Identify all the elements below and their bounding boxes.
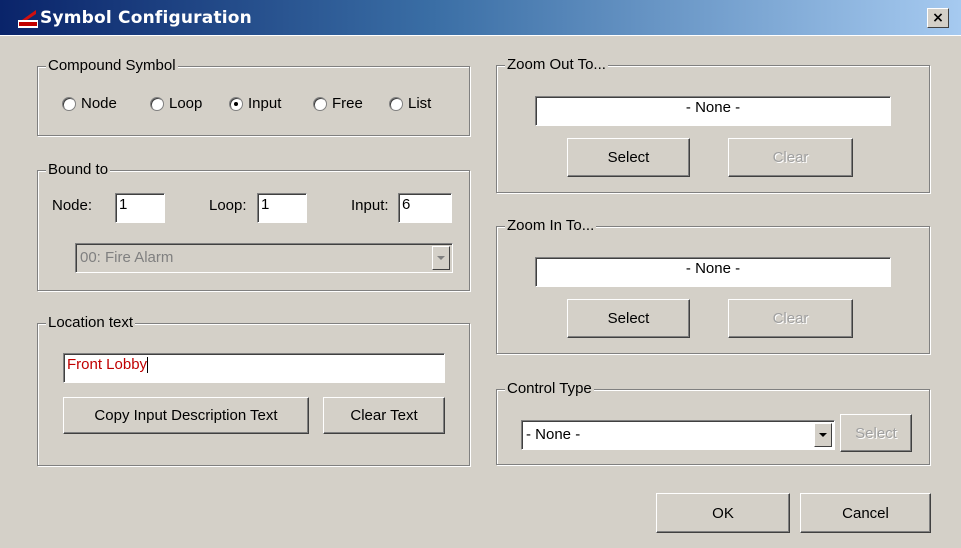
zoom-in-clear-button[interactable]: Clear: [728, 299, 853, 338]
copy-input-description-label: Copy Input Description Text: [94, 407, 278, 424]
zoom-in-group: Zoom In To... - None - Select Clear: [496, 217, 930, 354]
location-text-group: Location text Front Lobby Copy Input Des…: [37, 314, 470, 466]
location-text-field[interactable]: Front Lobby: [63, 353, 445, 383]
radio-node-label: Node: [81, 95, 117, 112]
radio-list[interactable]: List: [389, 95, 431, 112]
radio-node[interactable]: Node: [62, 95, 117, 112]
zoom-in-title: Zoom In To...: [505, 217, 597, 235]
radio-loop-label: Loop: [169, 95, 203, 112]
text-cursor: [147, 357, 149, 374]
app-logo-icon: [18, 10, 38, 28]
cancel-label: Cancel: [842, 504, 889, 522]
close-icon: ×: [932, 10, 944, 26]
radio-free-label: Free: [332, 95, 363, 112]
radio-free-indicator: [313, 96, 327, 111]
input-type-dropdown[interactable]: 00: Fire Alarm: [75, 243, 453, 273]
ok-button[interactable]: OK: [656, 493, 790, 533]
bound-to-title: Bound to: [46, 161, 111, 179]
radio-list-indicator: [389, 96, 403, 111]
zoom-out-field[interactable]: - None -: [535, 96, 891, 126]
control-type-select-button[interactable]: Select: [840, 414, 912, 452]
dropdown-arrow-icon[interactable]: [432, 246, 450, 270]
radio-loop[interactable]: Loop: [150, 95, 202, 112]
clear-text-button[interactable]: Clear Text: [323, 397, 445, 434]
input-label: Input:: [351, 197, 389, 214]
node-label: Node:: [52, 197, 93, 214]
input-type-value: 00: Fire Alarm: [80, 249, 174, 266]
zoom-out-title: Zoom Out To...: [505, 56, 608, 74]
control-type-value: - None -: [526, 426, 581, 443]
cancel-button[interactable]: Cancel: [800, 493, 931, 533]
ok-label: OK: [712, 504, 734, 522]
radio-node-indicator: [62, 96, 76, 111]
title-bar[interactable]: Symbol Configuration ×: [0, 0, 961, 36]
close-button[interactable]: ×: [927, 8, 949, 28]
control-type-dropdown[interactable]: - None -: [521, 420, 835, 450]
radio-list-label: List: [408, 95, 432, 112]
zoom-out-select-label: Select: [607, 149, 650, 166]
zoom-in-select-label: Select: [607, 310, 650, 327]
input-field[interactable]: 6: [398, 193, 452, 223]
window-title: Symbol Configuration: [40, 8, 252, 28]
radio-input-label: Input: [248, 95, 282, 112]
zoom-out-select-button[interactable]: Select: [567, 138, 690, 177]
zoom-out-clear-label: Clear: [772, 149, 809, 166]
compound-symbol-title: Compound Symbol: [46, 57, 178, 75]
control-type-group: Control Type - None - Select: [496, 380, 930, 465]
loop-label: Loop:: [209, 197, 247, 214]
zoom-out-clear-button[interactable]: Clear: [728, 138, 853, 177]
zoom-in-select-button[interactable]: Select: [567, 299, 690, 338]
radio-loop-indicator: [150, 96, 164, 111]
control-type-title: Control Type: [505, 380, 594, 398]
control-type-select-label: Select: [855, 424, 897, 442]
location-text-title: Location text: [46, 314, 136, 332]
compound-symbol-group: Compound Symbol Node Loop Input Free Lis…: [37, 57, 470, 136]
loop-field[interactable]: 1: [257, 193, 307, 223]
radio-free[interactable]: Free: [313, 95, 363, 112]
clear-text-label: Clear Text: [350, 407, 418, 424]
radio-input-indicator: [229, 96, 243, 111]
zoom-out-group: Zoom Out To... - None - Select Clear: [496, 56, 930, 193]
zoom-in-clear-label: Clear: [772, 310, 809, 327]
radio-input[interactable]: Input: [229, 95, 281, 112]
node-field[interactable]: 1: [115, 193, 165, 223]
bound-to-group: Bound to Node: 1 Loop: 1 Input: 6 00: Fi…: [37, 161, 470, 291]
zoom-in-field[interactable]: - None -: [535, 257, 891, 287]
copy-input-description-button[interactable]: Copy Input Description Text: [63, 397, 309, 434]
dropdown-arrow-icon[interactable]: [814, 423, 832, 447]
location-text-value: Front Lobby: [67, 356, 148, 373]
